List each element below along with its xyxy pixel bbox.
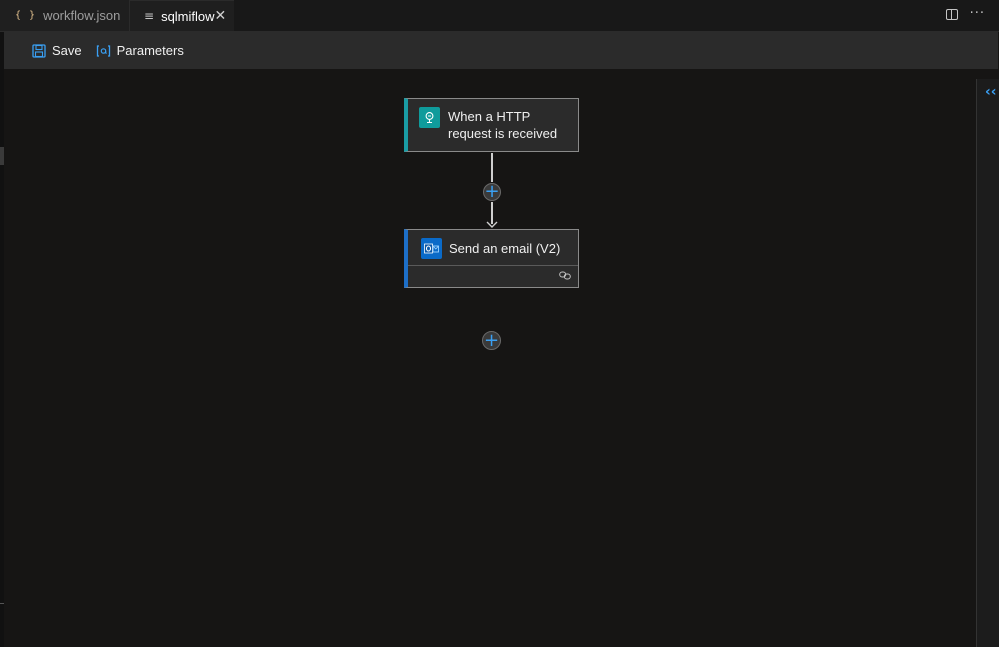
action-card[interactable]: Send an email (V2) <box>404 229 579 288</box>
save-icon <box>32 43 46 58</box>
connector-line <box>491 153 493 182</box>
editor-actions: ··· <box>945 7 985 20</box>
close-icon[interactable]: ✕ <box>215 8 227 24</box>
outlook-icon <box>421 238 442 259</box>
http-request-icon <box>419 107 440 128</box>
parameters-button[interactable]: Parameters <box>96 43 184 58</box>
save-button[interactable]: Save <box>32 43 82 58</box>
trigger-title: When a HTTP request is received <box>448 109 558 141</box>
side-panel-collapsed <box>976 79 999 647</box>
save-label: Save <box>52 43 82 58</box>
split-editor-icon[interactable] <box>945 9 958 20</box>
tab-sqlmiflow[interactable]: ≡ sqlmiflow ✕ <box>130 0 234 31</box>
insert-step-button[interactable]: + <box>483 183 501 201</box>
designer-toolbar: Save Parameters <box>4 32 998 69</box>
json-braces-icon: { } <box>15 10 37 21</box>
card-divider <box>408 265 578 266</box>
connection-link-icon[interactable] <box>559 271 571 280</box>
editor-tab-bar: { } workflow.json ≡ sqlmiflow ✕ ··· <box>0 0 999 32</box>
trigger-card[interactable]: When a HTTP request is received <box>404 98 579 152</box>
tab-label: workflow.json <box>43 8 121 23</box>
add-step-button[interactable]: + <box>482 331 501 350</box>
lines-icon: ≡ <box>144 9 155 23</box>
designer-canvas[interactable] <box>4 69 976 647</box>
tab-workflow-json[interactable]: { } workflow.json <box>0 0 130 31</box>
tab-label: sqlmiflow <box>161 8 215 24</box>
expand-panel-chevron-icon[interactable]: ‹‹ <box>985 84 997 100</box>
arrow-down-icon <box>486 221 498 228</box>
parameters-icon <box>96 44 110 57</box>
parameters-label: Parameters <box>116 43 184 58</box>
action-title: Send an email (V2) <box>449 241 561 256</box>
more-actions-icon[interactable]: ··· <box>970 7 985 20</box>
